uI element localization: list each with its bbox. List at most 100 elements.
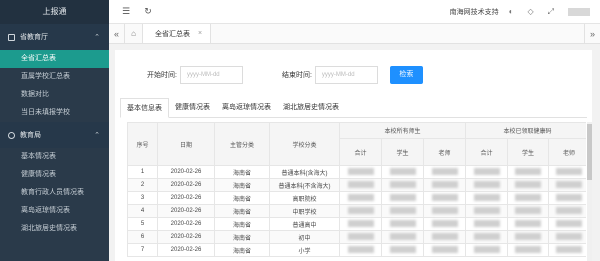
- start-date-input[interactable]: yyyy-MM-dd: [179, 66, 243, 84]
- cell-date: 2020-02-26: [157, 204, 215, 218]
- cell-redacted: [548, 230, 586, 244]
- redacted-value: [431, 220, 458, 228]
- refresh-icon[interactable]: ↻: [143, 6, 153, 17]
- home-icon[interactable]: ⌂: [125, 24, 143, 43]
- palette-icon[interactable]: ◐: [509, 7, 514, 16]
- double-chevron-left-icon[interactable]: «: [109, 24, 125, 43]
- redacted-value: [389, 194, 416, 202]
- redacted-value: [515, 181, 542, 189]
- cell-school-type: 高职院校: [269, 191, 340, 205]
- redacted-value: [347, 220, 374, 228]
- redacted-value: [389, 220, 416, 228]
- table-row: 4 2020-02-26 海南省 中职学校: [127, 204, 586, 218]
- subtab-hubei-history[interactable]: 湖北旅居史情况表: [277, 98, 345, 117]
- hamburger-icon[interactable]: ☰: [121, 6, 131, 17]
- sidebar-item-health[interactable]: 健康情况表: [0, 166, 109, 184]
- sidebar-item-hubei-history[interactable]: 湖北旅居史情况表: [0, 220, 109, 238]
- sidebar-group-bureau[interactable]: 教育局 ⌃: [0, 122, 109, 148]
- header-teacher: 老师: [548, 138, 586, 166]
- cell-redacted: [381, 217, 424, 231]
- gear-icon: [8, 131, 15, 139]
- avatar[interactable]: [568, 7, 590, 16]
- redacted-value: [556, 181, 583, 189]
- tag-icon[interactable]: ◇: [527, 7, 533, 16]
- cell-category: 海南省: [214, 165, 270, 179]
- fullscreen-icon[interactable]: ⤢: [548, 7, 554, 17]
- cell-index: 7: [127, 243, 158, 257]
- redacted-value: [556, 207, 583, 215]
- cell-redacted: [465, 165, 509, 179]
- sidebar-item-admin-staff[interactable]: 教育行政人员情况表: [0, 184, 109, 202]
- sidebar-item-data-compare[interactable]: 数据对比: [0, 86, 109, 104]
- cell-date: 2020-02-26: [157, 230, 215, 244]
- redacted-value: [515, 194, 542, 202]
- cell-redacted: [507, 165, 550, 179]
- cell-redacted: [465, 178, 509, 192]
- header-total: 合计: [465, 138, 509, 166]
- cell-school-type: 中职学校: [269, 204, 340, 218]
- redacted-value: [515, 207, 542, 215]
- redacted-value: [556, 194, 583, 202]
- table-row: 2 2020-02-26 海南省 普通本科(不含海大): [127, 178, 586, 192]
- cell-index: 1: [127, 165, 158, 179]
- cell-redacted: [465, 204, 509, 218]
- scrollbar-thumb[interactable]: [587, 124, 592, 180]
- table-row: 6 2020-02-26 海南省 初中: [127, 230, 586, 244]
- sub-tabs: 基本信息表 健康情况表 离岛返琼情况表 湖北旅居史情况表: [120, 98, 587, 118]
- redacted-value: [347, 181, 374, 189]
- sidebar-group-province[interactable]: 省教育厅 ⌃: [0, 24, 109, 50]
- cell-redacted: [339, 165, 382, 179]
- table-row: 3 2020-02-26 海南省 高职院校: [127, 191, 586, 205]
- subtab-return-island[interactable]: 离岛返琼情况表: [216, 98, 277, 117]
- data-table-wrapper: 序号 日期 主管分类 学校分类 本校所有师生 本校已领取健康码 合计 学生 老师…: [127, 122, 586, 261]
- search-button[interactable]: 检索: [389, 66, 423, 84]
- cell-redacted: [339, 243, 382, 257]
- redacted-value: [473, 207, 500, 215]
- close-icon[interactable]: ×: [198, 30, 202, 37]
- redacted-value: [347, 246, 374, 254]
- header-group-health: 本校已领取健康码: [465, 122, 586, 139]
- sidebar-group-label: 省教育厅: [20, 34, 48, 41]
- redacted-value: [431, 233, 458, 241]
- double-chevron-right-icon[interactable]: »: [584, 24, 600, 43]
- redacted-value: [473, 168, 500, 176]
- redacted-value: [431, 194, 458, 202]
- header-total: 合计: [339, 138, 382, 166]
- cell-redacted: [548, 165, 586, 179]
- redacted-value: [347, 168, 374, 176]
- cell-category: 海南省: [214, 191, 270, 205]
- scrollbar[interactable]: [587, 122, 592, 261]
- redacted-value: [431, 168, 458, 176]
- end-date-input[interactable]: yyyy-MM-dd: [314, 66, 378, 84]
- tabs-bar: « ⌂ 全省汇总表 × »: [109, 24, 600, 44]
- content-panel: 开始时间: yyyy-MM-dd 结束时间: yyyy-MM-dd 检索 基本信…: [115, 50, 592, 261]
- redacted-value: [556, 233, 583, 241]
- sidebar-item-return-island[interactable]: 离岛返琼情况表: [0, 202, 109, 220]
- cell-date: 2020-02-26: [157, 243, 215, 257]
- sidebar-item-direct-schools[interactable]: 直属学校汇总表: [0, 68, 109, 86]
- subtab-basic-info[interactable]: 基本信息表: [120, 98, 169, 118]
- redacted-value: [389, 168, 416, 176]
- cell-category: 海南省: [214, 178, 270, 192]
- redacted-value: [473, 246, 500, 254]
- redacted-value: [389, 181, 416, 189]
- subtab-health[interactable]: 健康情况表: [169, 98, 216, 117]
- sidebar: 上报通 省教育厅 ⌃ 全省汇总表 直属学校汇总表 数据对比 当日未填报学校 教育…: [0, 0, 109, 261]
- sidebar-item-basic-info[interactable]: 基本情况表: [0, 148, 109, 166]
- header-teacher: 老师: [422, 138, 467, 166]
- sidebar-item-province-summary[interactable]: 全省汇总表: [0, 50, 109, 68]
- start-date-label: 开始时间:: [147, 72, 177, 79]
- cell-redacted: [422, 230, 467, 244]
- table-row: 5 2020-02-26 海南省 普通高中: [127, 217, 586, 231]
- cell-redacted: [339, 191, 382, 205]
- sidebar-group-label: 教育局: [20, 132, 41, 139]
- cell-category: 海南省: [214, 230, 270, 244]
- redacted-value: [347, 233, 374, 241]
- cell-redacted: [422, 178, 467, 192]
- cell-category: 海南省: [214, 217, 270, 231]
- cell-redacted: [507, 191, 550, 205]
- cell-redacted: [381, 230, 424, 244]
- sidebar-item-unreported-schools[interactable]: 当日未填报学校: [0, 104, 109, 122]
- redacted-value: [473, 233, 500, 241]
- tab-province-summary[interactable]: 全省汇总表 ×: [143, 24, 212, 43]
